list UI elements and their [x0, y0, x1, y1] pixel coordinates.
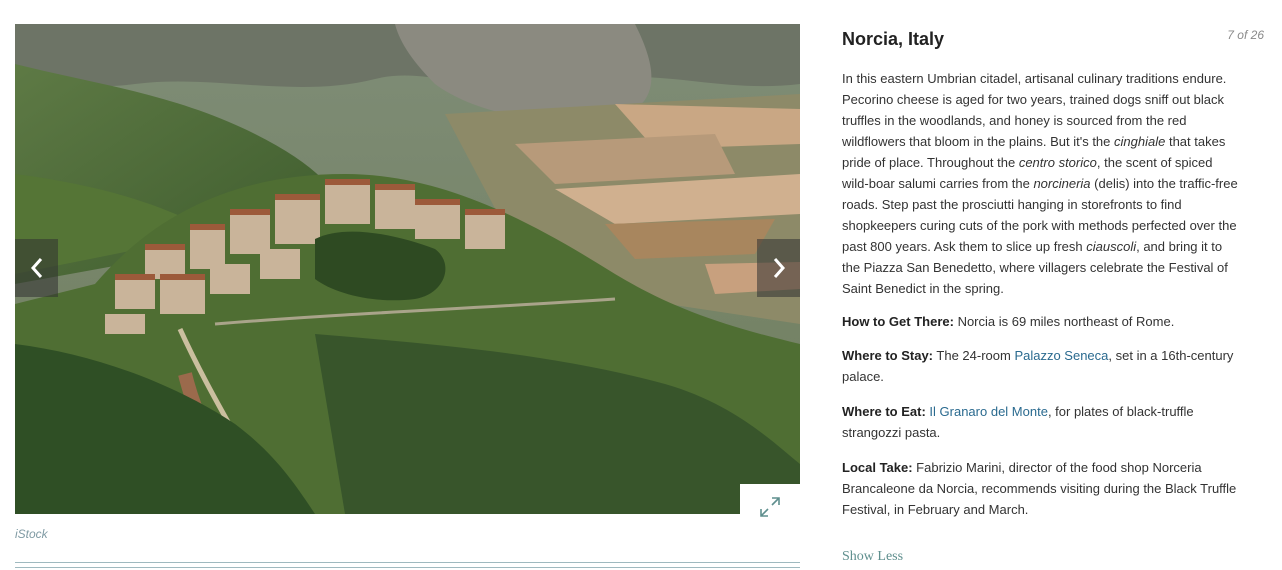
how-to-get-there: How to Get There: Norcia is 69 miles nor… [842, 311, 1242, 332]
where-to-stay: Where to Stay: The 24-room Palazzo Senec… [842, 345, 1242, 387]
description-paragraph: In this eastern Umbrian citadel, artisan… [842, 68, 1242, 299]
slide-title: Norcia, Italy [842, 29, 945, 49]
expand-gallery-button[interactable] [740, 484, 800, 530]
chevron-left-icon [30, 258, 42, 278]
section-label: Where to Stay: [842, 348, 934, 363]
chevron-right-icon [773, 258, 785, 278]
section-label: Local Take: [842, 460, 913, 475]
italic-term: centro storico [1018, 155, 1097, 170]
italic-term: ciauscoli [1086, 239, 1137, 254]
section-label: How to Get There: [842, 314, 954, 329]
local-take: Local Take: Fabrizio Marini, director of… [842, 457, 1242, 520]
expand-icon [760, 497, 780, 517]
italic-term: cinghiale [1114, 134, 1166, 149]
where-to-eat: Where to Eat: Il Granaro del Monte, for … [842, 401, 1242, 443]
previous-slide-button[interactable] [15, 239, 58, 297]
hilltop-village-photo [15, 24, 800, 514]
italic-term: norcineria [1033, 176, 1091, 191]
divider [15, 567, 800, 568]
photo-gallery [15, 24, 800, 514]
slide-caption-header: Norcia, Italy 7 of 26 [842, 26, 1264, 52]
section-label: Where to Eat: [842, 404, 926, 419]
next-slide-button[interactable] [757, 239, 800, 297]
section-text: The 24-room [933, 348, 1015, 363]
il-granaro-del-monte-link[interactable]: Il Granaro del Monte [929, 404, 1048, 419]
divider [15, 562, 800, 563]
slide-counter: 7 of 26 [1227, 28, 1264, 42]
show-less-button[interactable]: Show Less [842, 549, 903, 565]
palazzo-seneca-link[interactable]: Palazzo Seneca [1014, 348, 1108, 363]
photo-credit: iStock [15, 527, 48, 541]
section-text: Norcia is 69 miles northeast of Rome. [953, 314, 1175, 329]
